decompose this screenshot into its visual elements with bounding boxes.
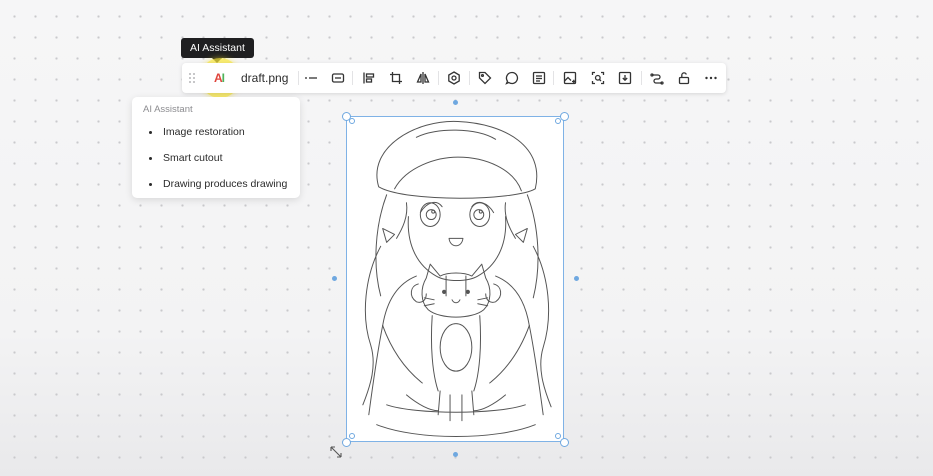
resize-handle-top-right[interactable] bbox=[560, 112, 569, 121]
line-drawing-image bbox=[362, 120, 552, 437]
toolbar-divider bbox=[298, 71, 299, 85]
file-name[interactable]: draft.png bbox=[241, 63, 288, 93]
replace-image-icon[interactable] bbox=[559, 63, 581, 93]
link-icon[interactable] bbox=[646, 63, 668, 93]
connector-handle-top-left[interactable] bbox=[349, 118, 355, 124]
note-icon[interactable] bbox=[528, 63, 550, 93]
tag-icon[interactable] bbox=[474, 63, 496, 93]
align-icon[interactable] bbox=[358, 63, 380, 93]
connector-handle-bottom-left[interactable] bbox=[349, 433, 355, 439]
settings-icon[interactable] bbox=[443, 63, 465, 93]
ai-assistant-button[interactable]: AI bbox=[206, 63, 232, 93]
menu-item-smart-cutout[interactable]: Smart cutout bbox=[132, 147, 300, 169]
resize-handle-right[interactable] bbox=[574, 276, 579, 281]
unlock-icon[interactable] bbox=[673, 63, 695, 93]
more-icon[interactable] bbox=[700, 63, 722, 93]
toolbar-divider bbox=[553, 71, 554, 85]
resize-handle-bottom-right[interactable] bbox=[560, 438, 569, 447]
comment-icon[interactable] bbox=[501, 63, 523, 93]
connector-handle-bottom-right[interactable] bbox=[555, 433, 561, 439]
flip-icon[interactable] bbox=[412, 63, 434, 93]
bullet-icon bbox=[149, 130, 152, 134]
drag-handle-icon[interactable] bbox=[186, 63, 198, 93]
ai-assistant-tooltip: AI Assistant bbox=[181, 38, 254, 63]
menu-item-image-restoration[interactable]: Image restoration bbox=[132, 121, 300, 143]
toolbar-divider bbox=[641, 71, 642, 85]
resize-handle-left[interactable] bbox=[332, 276, 337, 281]
zoom-image-icon[interactable] bbox=[587, 63, 609, 93]
resize-handle-bottom-left[interactable] bbox=[342, 438, 351, 447]
menu-header: AI Assistant bbox=[143, 104, 193, 115]
toolbar-divider bbox=[438, 71, 439, 85]
toolbar-divider bbox=[469, 71, 470, 85]
bullet-icon bbox=[149, 156, 152, 160]
ai-assistant-menu: AI Assistant Image restoration Smart cut… bbox=[132, 97, 300, 198]
menu-item-label: Drawing produces drawing bbox=[163, 178, 288, 190]
menu-item-label: Smart cutout bbox=[163, 152, 223, 164]
selected-image[interactable] bbox=[346, 116, 564, 442]
horizontal-line-icon[interactable] bbox=[300, 63, 322, 93]
border-icon[interactable] bbox=[327, 63, 349, 93]
download-icon[interactable] bbox=[614, 63, 636, 93]
menu-item-label: Image restoration bbox=[163, 126, 245, 138]
image-toolbar: AI draft.png bbox=[182, 63, 726, 93]
menu-item-drawing-produces-drawing[interactable]: Drawing produces drawing bbox=[132, 173, 300, 195]
toolbar-divider bbox=[352, 71, 353, 85]
resize-handle-bottom[interactable] bbox=[453, 452, 458, 457]
resize-cursor-icon bbox=[330, 446, 342, 458]
resize-handle-top[interactable] bbox=[453, 100, 458, 105]
connector-handle-top-right[interactable] bbox=[555, 118, 561, 124]
bullet-icon bbox=[149, 182, 152, 186]
ai-assistant-icon: AI bbox=[213, 71, 225, 85]
crop-icon[interactable] bbox=[385, 63, 407, 93]
